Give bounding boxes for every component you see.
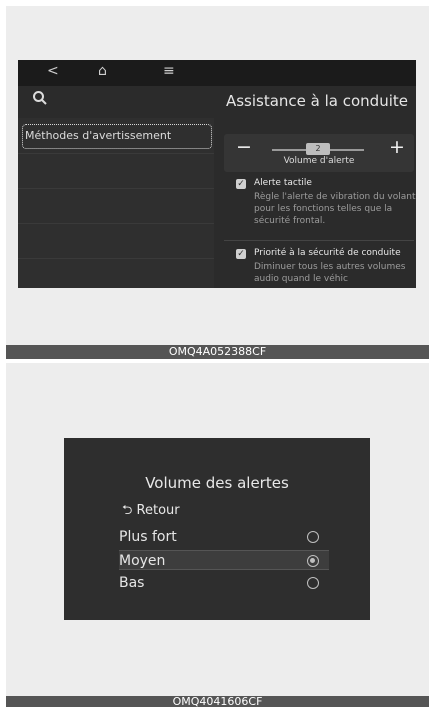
divider: [18, 153, 214, 154]
option-description: Diminuer tous les autres volumes audio q…: [254, 262, 406, 284]
page-title: Volume des alertes: [145, 474, 289, 492]
back-icon[interactable]: <: [47, 63, 59, 79]
top-nav-bar: < ⌂ ≡: [18, 60, 416, 86]
divider: [18, 258, 214, 259]
option-label: Moyen: [119, 553, 166, 569]
search-icon[interactable]: [32, 90, 48, 111]
option-medium[interactable]: Moyen: [119, 550, 329, 570]
menu-icon[interactable]: ≡: [163, 63, 175, 79]
divider: [18, 188, 214, 189]
sidebar-item-warning-methods[interactable]: Méthodes d'avertissement: [22, 124, 212, 149]
volume-decrease-button[interactable]: −: [236, 136, 252, 158]
option-label: Bas: [119, 575, 145, 591]
option-louder[interactable]: Plus fort: [119, 527, 329, 547]
volume-label: Volume d'alerte: [283, 156, 355, 166]
option-label: Plus fort: [119, 529, 177, 545]
checkbox-checked-icon[interactable]: ✓: [236, 249, 246, 259]
option-description: Règle l'alerte de vibration du volant po…: [254, 192, 416, 226]
option-low[interactable]: Bas: [119, 573, 329, 593]
checkbox-checked-icon[interactable]: ✓: [236, 179, 246, 189]
alert-volume-screen: Volume des alertes ⮌ Retour Plus fort Mo…: [64, 438, 370, 620]
volume-control: − 2 + Volume d'alerte: [224, 134, 414, 172]
radio-icon[interactable]: [307, 577, 319, 589]
option-title: Priorité à la sécurité de conduite: [254, 248, 401, 258]
settings-panel: − 2 + Volume d'alerte ✓ Alerte tactile R…: [224, 132, 416, 288]
figure-caption-2: OMQ4041606CF: [6, 696, 429, 707]
driving-assist-screen: < ⌂ ≡ Assistance à la conduite Méthodes …: [18, 60, 416, 288]
volume-level[interactable]: 2: [306, 143, 330, 155]
radio-selected-icon[interactable]: [307, 555, 319, 567]
home-icon[interactable]: ⌂: [98, 63, 107, 79]
divider: [18, 223, 214, 224]
page-title: Assistance à la conduite: [225, 92, 408, 110]
radio-icon[interactable]: [307, 531, 319, 543]
option-title: Alerte tactile: [254, 178, 312, 188]
volume-increase-button[interactable]: +: [389, 136, 405, 158]
divider: [224, 240, 414, 241]
back-button[interactable]: ⮌ Retour: [122, 501, 180, 523]
figure-caption-1: OMQ4A052388CF: [6, 345, 429, 359]
